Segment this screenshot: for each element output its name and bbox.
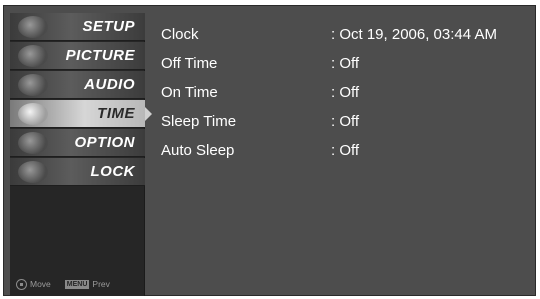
sidebar-item-label: OPTION: [74, 134, 135, 151]
sidebar-item-label: AUDIO: [84, 76, 135, 93]
move-icon: [16, 278, 27, 290]
setting-value: : Off: [331, 142, 360, 159]
sidebar-item-audio[interactable]: AUDIO: [10, 71, 145, 99]
setting-row-auto-sleep[interactable]: Auto Sleep : Off: [145, 140, 536, 162]
lock-icon: [18, 161, 48, 183]
sidebar-item-label: PICTURE: [65, 47, 135, 64]
sidebar-item-label: TIME: [97, 105, 135, 122]
sidebar-item-setup[interactable]: SETUP: [10, 13, 145, 41]
sidebar-item-time[interactable]: TIME: [10, 100, 152, 128]
setup-icon: [18, 16, 48, 38]
navigation-hints: Move MENU Prev: [10, 275, 145, 293]
sidebar-menu: SETUP PICTURE AUDIO TIME OPTION LOCK: [10, 13, 152, 296]
prev-hint: Prev: [92, 279, 110, 289]
sidebar-item-label: SETUP: [82, 18, 135, 35]
audio-icon: [18, 74, 48, 96]
setting-label: On Time: [161, 84, 218, 101]
sidebar-item-picture[interactable]: PICTURE: [10, 42, 145, 70]
sidebar-item-lock[interactable]: LOCK: [10, 158, 145, 186]
setting-label: Auto Sleep: [161, 142, 235, 159]
setting-row-clock[interactable]: Clock : Oct 19, 2006, 03:44 AM: [145, 24, 536, 46]
time-icon: [18, 103, 48, 125]
setting-row-off-time[interactable]: Off Time : Off: [145, 53, 536, 75]
option-icon: [18, 132, 48, 154]
time-settings-panel: Clock : Oct 19, 2006, 03:44 AM Off Time …: [145, 13, 536, 296]
picture-icon: [18, 45, 48, 67]
sidebar-item-label: LOCK: [90, 163, 135, 180]
setting-value: : Off: [331, 55, 360, 72]
setting-value: : Oct 19, 2006, 03:44 AM: [331, 26, 497, 43]
setting-value: : Off: [331, 84, 360, 101]
move-hint: Move: [30, 279, 51, 289]
setting-value: : Off: [331, 113, 360, 130]
sidebar-item-option[interactable]: OPTION: [10, 129, 145, 157]
setting-row-on-time[interactable]: On Time : Off: [145, 82, 536, 104]
setting-label: Off Time: [161, 55, 218, 72]
setting-label: Sleep Time: [161, 113, 237, 130]
setting-row-sleep-time[interactable]: Sleep Time : Off: [145, 111, 536, 133]
setting-label: Clock: [161, 26, 199, 43]
menu-key-chip: MENU: [64, 279, 90, 289]
